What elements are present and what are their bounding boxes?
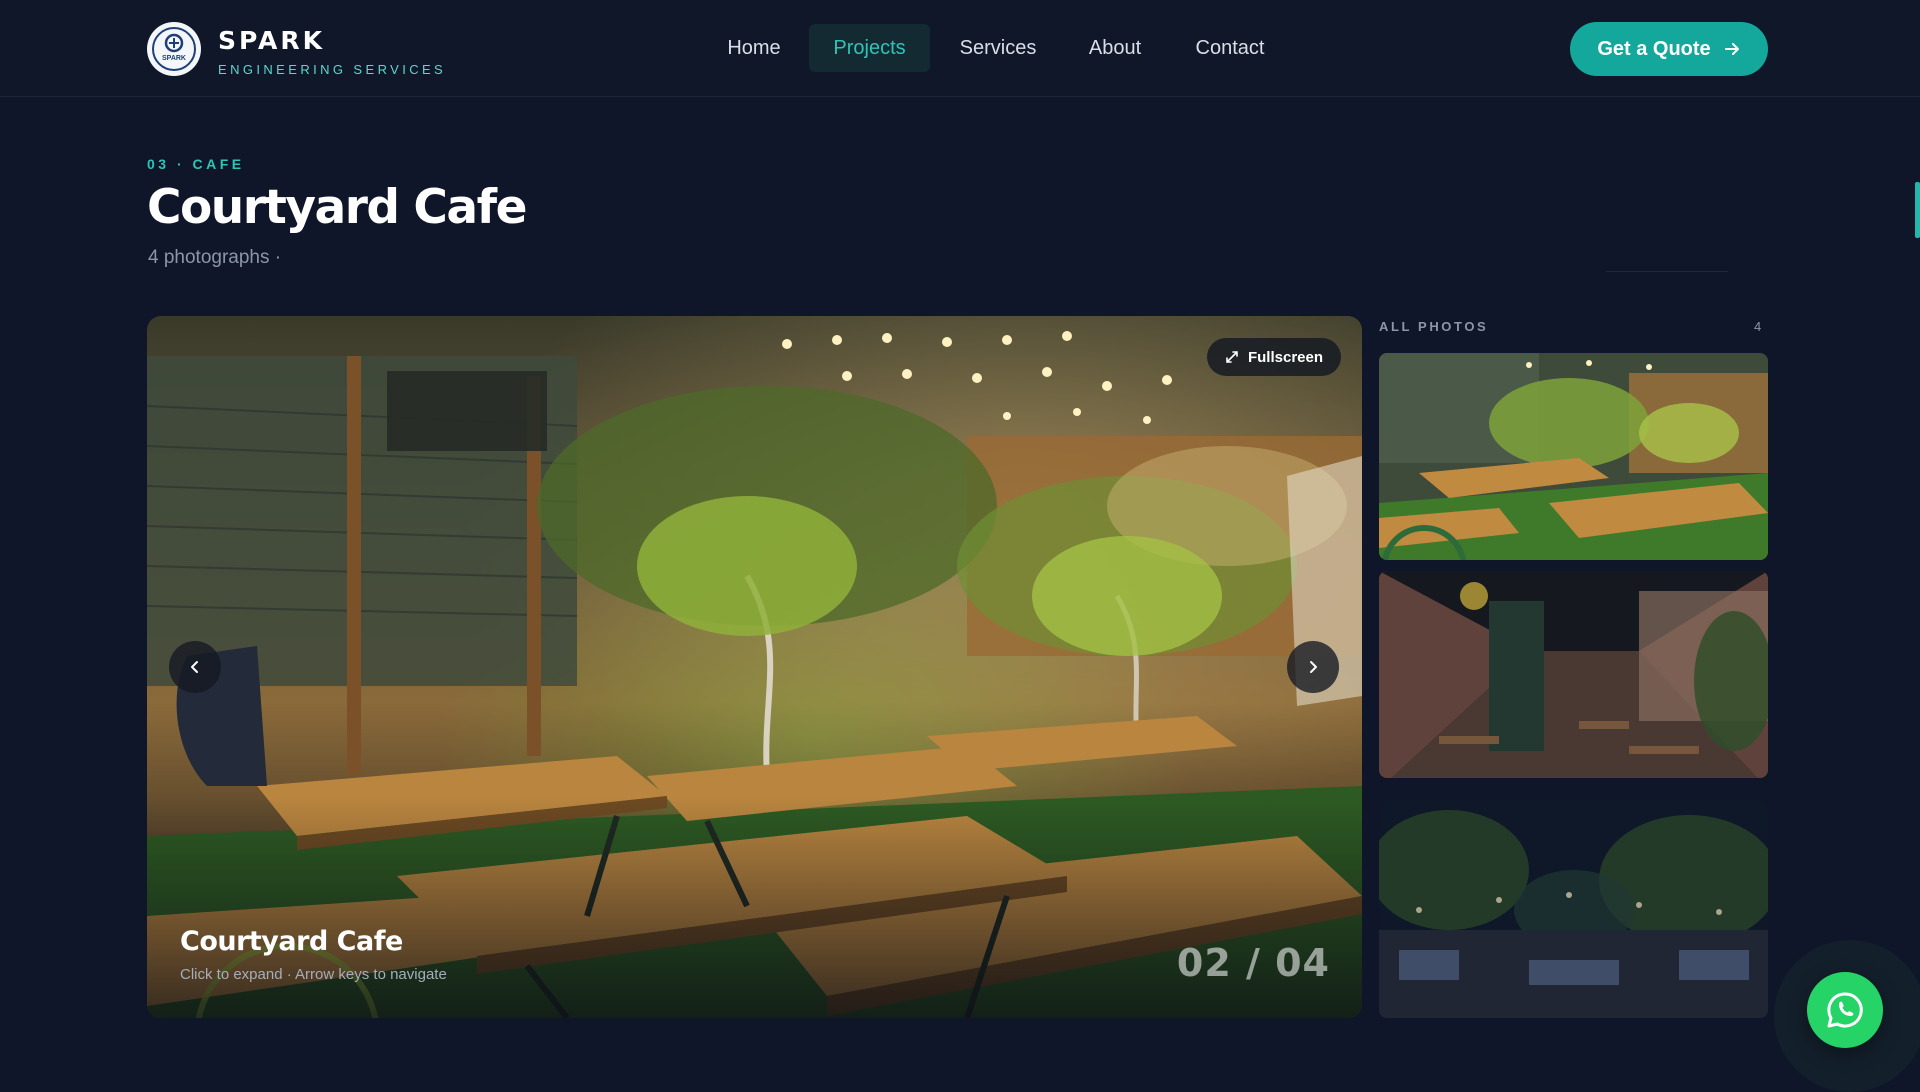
cta-label: Get a Quote [1597,37,1711,60]
project-category: 03 · CAFE [147,156,245,172]
thumbnail-night-courtyard[interactable] [1379,800,1768,1018]
photo-counter: 02 / 04 [1176,941,1330,985]
photo-caption-hint: Click to expand · Arrow keys to navigate [180,966,447,983]
whatsapp-button[interactable] [1807,972,1883,1048]
all-photos-count: 4 [1754,319,1762,334]
caption-overlay [147,798,1362,1018]
whatsapp-icon [1827,992,1863,1028]
svg-text:SPARK: SPARK [162,55,186,62]
chevron-right-icon [1310,661,1317,673]
brand-name: SPARK [218,26,326,55]
thumbnail-image [1379,353,1768,560]
page-title: Courtyard Cafe [147,180,527,235]
thumbnail-image [1379,571,1768,778]
thumbnail-toss-cafe-interior[interactable] [1379,571,1768,778]
logo[interactable]: SPARK [147,22,201,76]
nav-contact[interactable]: Contact [1182,24,1278,72]
fullscreen-label: Fullscreen [1247,348,1324,366]
photo-caption-title: Courtyard Cafe [180,926,403,957]
brand-tagline: ENGINEERING SERVICES [218,62,447,77]
site-header: SPARK SPARK ENGINEERING SERVICES Home Pr… [0,0,1920,97]
previous-photo-button[interactable] [169,641,221,693]
all-photos-heading: ALL PHOTOS [1379,319,1489,334]
fullscreen-button[interactable]: Fullscreen [1207,338,1341,376]
nav-home[interactable]: Home [714,24,794,72]
nav-services[interactable]: Services [944,24,1052,72]
scroll-indicator[interactable] [1915,182,1920,238]
spark-logo-icon: SPARK [152,27,196,71]
thumbnail-image [1379,800,1768,1018]
photo-count: 4 photographs · [148,247,282,268]
main-photo-viewer[interactable]: Fullscreen Courtyard Cafe Click to expan… [147,316,1362,1018]
next-photo-button[interactable] [1287,641,1339,693]
chevron-left-icon [191,661,198,673]
nav-about[interactable]: About [1074,24,1156,72]
nav-projects[interactable]: Projects [809,24,930,72]
get-a-quote-button[interactable]: Get a Quote [1570,22,1768,76]
thumbnail-courtyard-seating[interactable] [1379,353,1768,560]
arrow-right-icon [1724,43,1739,55]
expand-icon [1226,351,1238,363]
divider [1606,271,1728,272]
